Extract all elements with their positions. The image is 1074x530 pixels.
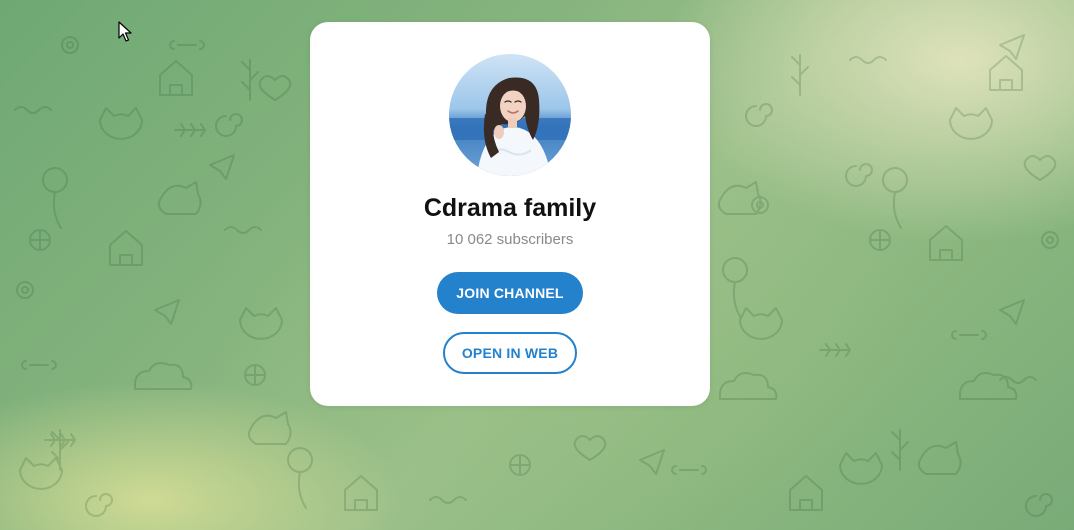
channel-card: Cdrama family 10 062 subscribers JOIN CH… bbox=[310, 22, 710, 406]
channel-title: Cdrama family bbox=[423, 194, 597, 222]
subscriber-count: 10 062 subscribers bbox=[446, 231, 574, 248]
open-in-web-button[interactable]: OPEN IN WEB bbox=[443, 332, 577, 374]
cursor-arrow-icon bbox=[118, 21, 132, 42]
channel-avatar bbox=[449, 54, 571, 176]
join-channel-button[interactable]: JOIN CHANNEL bbox=[437, 272, 583, 314]
